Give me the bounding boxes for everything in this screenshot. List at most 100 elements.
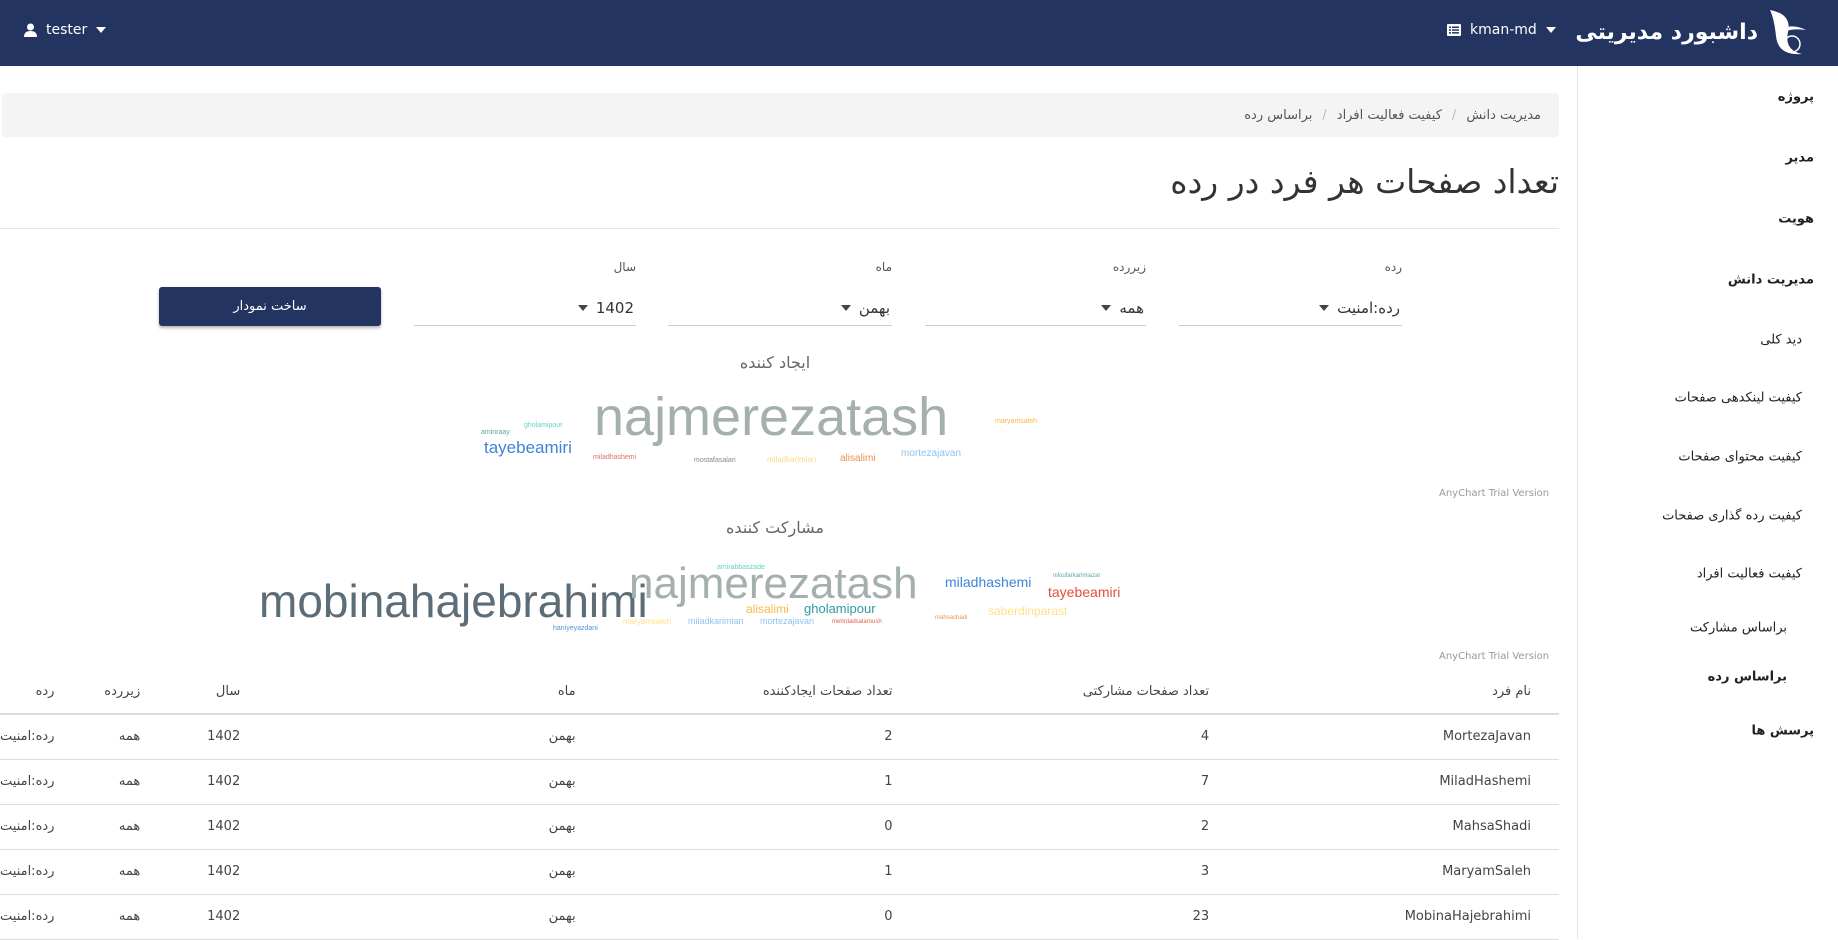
cell-subcategory: همه: [62, 849, 149, 895]
cloud-word[interactable]: gholamipour: [804, 602, 876, 615]
sidebar-item-knowledge-management[interactable]: مدیریت دانش: [1728, 273, 1814, 288]
subcategory-value: همه: [1119, 298, 1144, 317]
cell-category: رده:امنیت: [0, 894, 63, 940]
col-category[interactable]: رده: [0, 670, 63, 715]
username: tester: [46, 22, 88, 38]
user-menu[interactable]: tester: [24, 22, 107, 38]
cloud-word[interactable]: mobinahajebrahimi: [259, 578, 648, 624]
table-row[interactable]: MaryamSaleh 3 1 بهمن 1402 همه رده:امنیت: [0, 849, 1559, 895]
cell-contributed-pages: 3: [900, 849, 1218, 895]
cloud-word[interactable]: miladkarimian: [767, 456, 816, 464]
cell-created-pages: 1: [583, 849, 901, 895]
year-label: سال: [613, 260, 636, 274]
table-row[interactable]: MahsaShadi 2 0 بهمن 1402 همه رده:امنیت: [0, 804, 1559, 850]
table-row[interactable]: MobinaHajebrahimi 23 0 بهمن 1402 همه رده:امنیت: [0, 894, 1559, 940]
cloud-word[interactable]: mortezajavan: [760, 617, 814, 626]
user-icon: [24, 23, 37, 37]
cloud-word[interactable]: mehrdadsalaroush: [832, 619, 882, 625]
cloud-word[interactable]: niloufarkarimiazar: [1053, 573, 1100, 579]
sidebar-item-content-quality[interactable]: کیفیت محتوای صفحات: [1678, 450, 1802, 465]
cloud-word[interactable]: miladhashemi: [593, 454, 636, 461]
cloud-word[interactable]: haniyeyazdani: [553, 625, 598, 632]
top-navbar: tester kman-md داشبورد مدیریتی: [0, 0, 1838, 66]
month-value: بهمن: [858, 298, 890, 317]
col-created-pages[interactable]: تعداد صفحات ایجادکننده: [583, 670, 901, 715]
build-chart-button[interactable]: ساخت نمودار: [159, 287, 381, 326]
cloud-word[interactable]: tayebeamiri: [484, 439, 572, 456]
cloud-word[interactable]: maryamsaleh: [995, 418, 1037, 425]
cloud-word[interactable]: mortezajavan: [901, 449, 961, 459]
cloud-word[interactable]: gholamipour: [524, 422, 563, 429]
cloud-word[interactable]: miladhashemi: [945, 575, 1031, 589]
cell-month: بهمن: [248, 714, 584, 760]
cell-contributed-pages: 23: [900, 894, 1218, 940]
cloud-word[interactable]: maryamsaleh: [623, 618, 671, 626]
sidebar-item-identity[interactable]: هویت: [1778, 212, 1814, 227]
brand-title: داشبورد مدیریتی: [1575, 19, 1758, 45]
caret-down-icon: [1101, 304, 1112, 311]
cloud-word[interactable]: najmerezatash: [629, 562, 918, 606]
cell-year: 1402: [148, 894, 249, 940]
cell-category: رده:امنیت: [0, 804, 63, 850]
cloud-word[interactable]: aminraay: [481, 429, 510, 436]
caret-down-icon: [840, 304, 851, 311]
col-person-name[interactable]: نام فرد: [1217, 670, 1559, 715]
caret-down-icon: [96, 27, 107, 33]
sidebar-item-project[interactable]: پروژه: [1778, 90, 1814, 105]
cloud-word[interactable]: najmerezatash: [594, 390, 948, 444]
cloud-word[interactable]: mostafasalari: [694, 457, 736, 464]
month-select[interactable]: بهمن: [668, 290, 892, 326]
category-value: رده:امنیت: [1337, 298, 1400, 317]
sidebar-item-questions[interactable]: پرسش ها: [1751, 724, 1814, 739]
subcategory-select[interactable]: همه: [925, 290, 1146, 326]
cell-created-pages: 2: [583, 714, 901, 760]
cloud-word[interactable]: tayebeamiri: [1048, 585, 1120, 599]
cloud-word[interactable]: alisalimi: [746, 603, 789, 615]
category-select[interactable]: رده:امنیت: [1179, 290, 1402, 326]
cell-subcategory: همه: [62, 714, 149, 760]
sidebar-item-manager[interactable]: مدیر: [1785, 151, 1814, 166]
brand[interactable]: داشبورد مدیریتی: [1575, 6, 1808, 58]
project-menu[interactable]: kman-md: [1447, 22, 1556, 38]
cloud-word[interactable]: saberdinparast: [988, 605, 1067, 617]
cell-month: بهمن: [248, 804, 584, 850]
creator-cloud-title: ایجاد کننده: [739, 353, 811, 372]
col-year[interactable]: سال: [148, 670, 249, 715]
sidebar-item-categorization-quality[interactable]: کیفیت رده گذاری صفحات: [1662, 509, 1802, 524]
cell-year: 1402: [148, 759, 249, 805]
sidebar-item-link-quality[interactable]: کیفیت لینکدهی صفحات: [1675, 391, 1802, 406]
caret-down-icon: [1319, 304, 1330, 311]
cell-category: رده:امنیت: [0, 759, 63, 805]
breadcrumb-separator: /: [1322, 107, 1327, 123]
sidebar-item-by-participation[interactable]: براساس مشارکت: [1690, 621, 1787, 636]
cell-category: رده:امنیت: [0, 849, 63, 895]
sidebar-item-activity-quality[interactable]: کیفیت فعالیت افراد: [1697, 567, 1802, 582]
breadcrumb-activity-quality[interactable]: کیفیت فعالیت افراد: [1337, 108, 1442, 123]
divider: [0, 228, 1559, 229]
contributor-cloud-title: مشارکت کننده: [726, 518, 824, 537]
cell-month: بهمن: [248, 759, 584, 805]
cell-contributed-pages: 2: [900, 804, 1218, 850]
cell-month: بهمن: [248, 849, 584, 895]
cloud-word[interactable]: miladkarimian: [688, 617, 744, 626]
year-select[interactable]: 1402: [414, 290, 636, 326]
cell-created-pages: 0: [583, 804, 901, 850]
cloud-word[interactable]: alisalimi: [840, 454, 876, 464]
table-row[interactable]: MortezaJavan 4 2 بهمن 1402 همه رده:امنیت: [0, 714, 1559, 760]
sidebar-item-overview[interactable]: دید کلی: [1760, 333, 1802, 348]
list-icon: [1447, 24, 1461, 36]
cell-person-name: MiladHashemi: [1217, 759, 1559, 805]
anychart-trial-label: AnyChart Trial Version: [1439, 488, 1550, 499]
sidebar-item-by-category[interactable]: براساس رده: [1708, 670, 1787, 685]
cloud-word[interactable]: amirabbaszade: [717, 564, 765, 571]
col-subcategory[interactable]: زیررده: [62, 670, 149, 715]
table-row[interactable]: MiladHashemi 7 1 بهمن 1402 همه رده:امنیت: [0, 759, 1559, 805]
cell-subcategory: همه: [62, 894, 149, 940]
cell-year: 1402: [148, 849, 249, 895]
col-contributed-pages[interactable]: تعداد صفحات مشارکتی: [900, 670, 1218, 715]
cell-person-name: MahsaShadi: [1217, 804, 1559, 850]
col-month[interactable]: ماه: [248, 670, 584, 715]
category-label: رده: [1384, 260, 1402, 274]
cloud-word[interactable]: mahsashadi: [935, 615, 967, 621]
breadcrumb-knowledge-management[interactable]: مدیریت دانش: [1466, 108, 1541, 123]
